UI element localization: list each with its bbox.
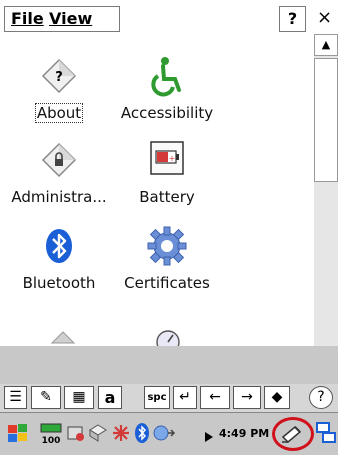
item-accessibility[interactable]: Accessibility xyxy=(112,54,222,122)
left-arrow-key[interactable]: ← xyxy=(200,386,230,409)
certificate-gear-icon xyxy=(145,224,189,268)
wheelchair-icon xyxy=(145,54,189,98)
scroll-up-button[interactable]: ▲ xyxy=(314,34,338,56)
item-bluetooth[interactable]: Bluetooth xyxy=(4,224,114,292)
admin-lock-diamond-icon xyxy=(37,138,81,182)
partial-item-icon-left xyxy=(50,330,76,346)
battery-icon: + xyxy=(145,138,189,182)
item-about[interactable]: ? About xyxy=(4,54,114,123)
letter-key[interactable]: a xyxy=(98,386,122,409)
input-panel-strip: ☰ ✎ ▦ a spc ↵ ← → ◆ ? xyxy=(0,384,338,412)
item-administration[interactable]: Administra... xyxy=(4,138,114,206)
battery-status-icon[interactable]: 100 xyxy=(40,421,62,449)
network-status-icon[interactable] xyxy=(66,423,86,447)
scroll-thumb[interactable] xyxy=(314,58,338,182)
item-battery[interactable]: + Battery xyxy=(112,138,222,206)
vertical-scrollbar[interactable]: ▲ xyxy=(314,34,338,346)
item-about-label: About xyxy=(34,103,84,123)
keyboard-key[interactable]: ▦ xyxy=(64,386,94,409)
menu-view[interactable]: View xyxy=(49,9,92,28)
bluetooth-status-icon[interactable] xyxy=(134,422,150,448)
item-certificates-label: Certificates xyxy=(124,274,210,292)
keyboard-menu-key[interactable]: ☰ xyxy=(4,386,27,409)
help-key[interactable]: ? xyxy=(309,386,333,409)
partial-item-icon-right xyxy=(155,326,181,346)
menu-group: File View xyxy=(4,6,120,32)
control-panel-grid: ? About Accessibility Administra... + Ba… xyxy=(0,34,314,346)
enter-key[interactable]: ↵ xyxy=(173,386,197,409)
clock-time[interactable]: 4:49 PM xyxy=(219,427,269,440)
item-battery-label: Battery xyxy=(139,188,195,206)
bluetooth-icon xyxy=(37,224,81,268)
sync-status-icon[interactable] xyxy=(152,423,176,447)
help-button[interactable]: ? xyxy=(279,6,306,32)
item-bluetooth-label: Bluetooth xyxy=(22,274,96,292)
highlight-ring xyxy=(272,417,314,451)
close-button[interactable]: × xyxy=(311,6,338,32)
svg-text:?: ? xyxy=(55,70,63,85)
taskbar: 100 4:49 PM xyxy=(0,412,338,455)
empty-panel xyxy=(0,346,338,384)
item-accessibility-label: Accessibility xyxy=(120,104,214,122)
svg-text:+: + xyxy=(169,154,176,163)
wireless-off-icon[interactable] xyxy=(110,422,132,448)
item-administration-label: Administra... xyxy=(11,188,107,206)
menu-file[interactable]: File xyxy=(11,9,44,28)
right-arrow-key[interactable]: → xyxy=(233,386,261,409)
storage-status-icon[interactable] xyxy=(88,423,108,447)
transcriber-key[interactable]: ✎ xyxy=(31,386,61,409)
start-windows-icon[interactable] xyxy=(6,423,30,449)
space-key[interactable]: spc xyxy=(144,386,170,409)
windows-switcher-icon[interactable] xyxy=(316,421,336,449)
svg-text:100: 100 xyxy=(42,436,61,445)
diamond-key[interactable]: ◆ xyxy=(264,386,290,409)
help-diamond-icon: ? xyxy=(37,54,81,98)
volume-arrow-icon[interactable] xyxy=(204,428,214,447)
item-certificates[interactable]: Certificates xyxy=(112,224,222,292)
menu-bar: File View ? × xyxy=(0,0,338,34)
